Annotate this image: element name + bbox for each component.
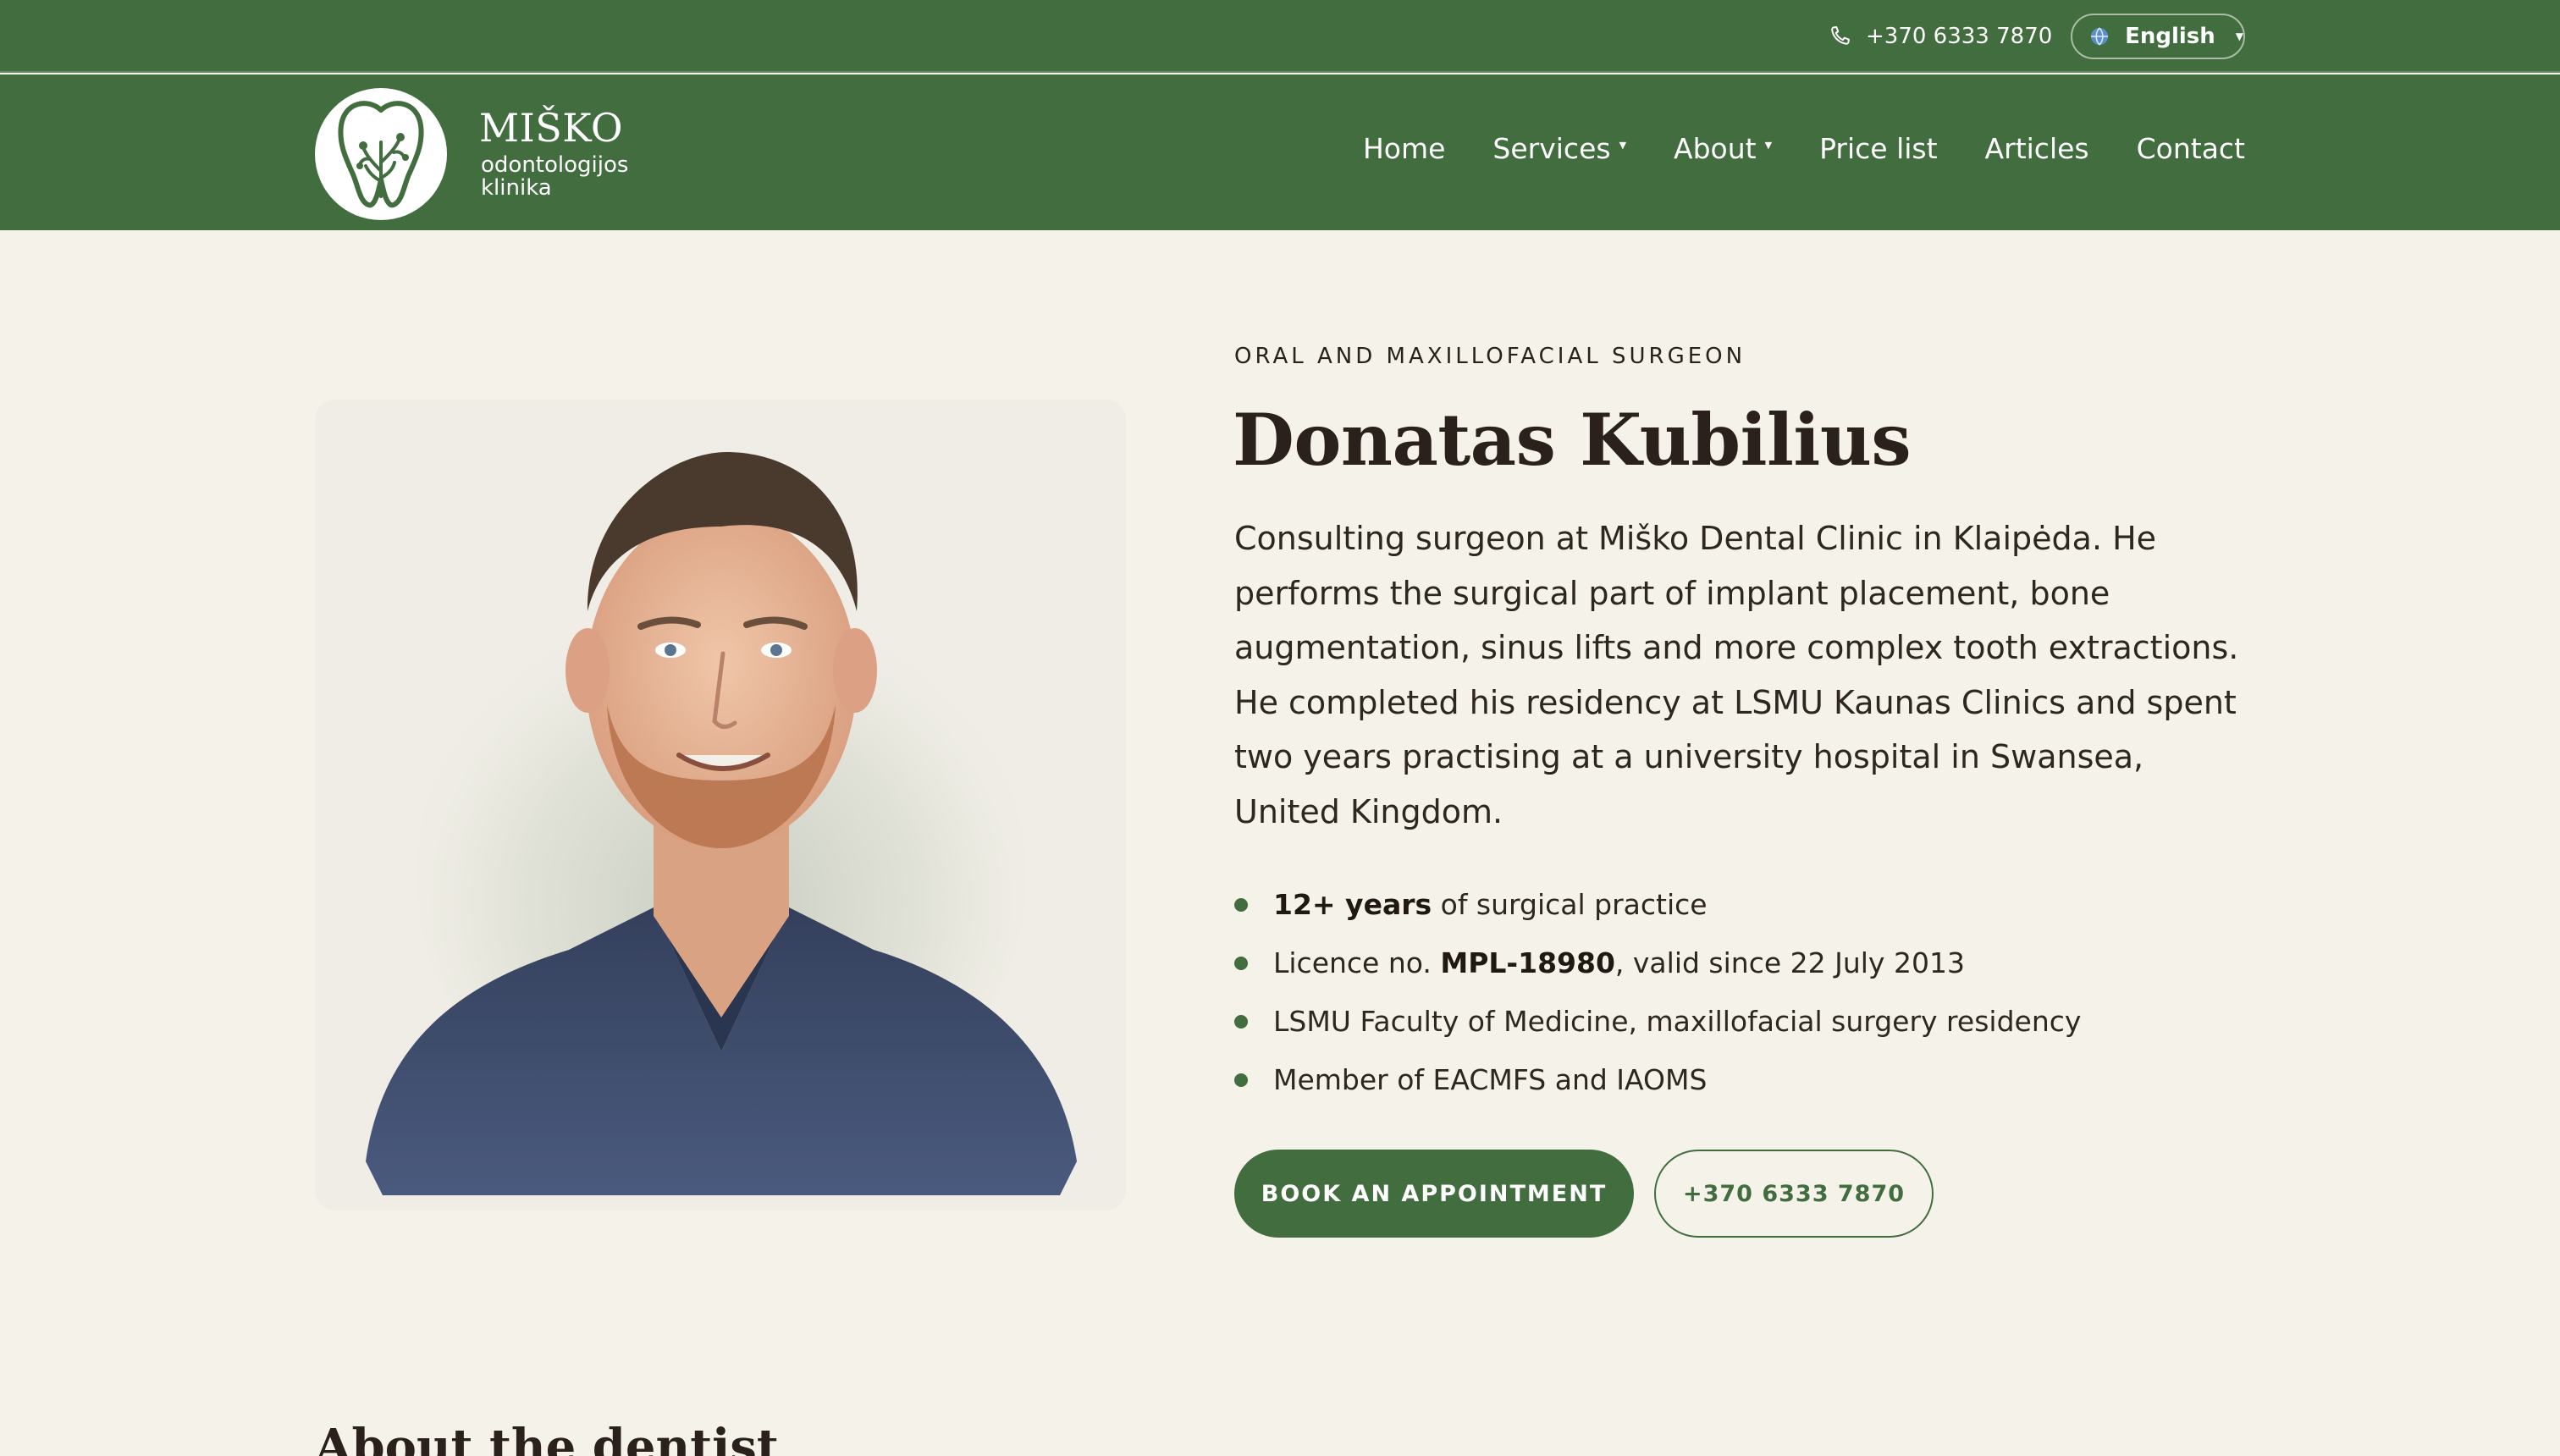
logo[interactable] xyxy=(315,88,447,220)
fact-text: Licence no. MPL-18980, valid since 22 Ju… xyxy=(1273,946,1965,979)
bullet-dot xyxy=(1234,956,1248,970)
main-navbar: MIŠKO odontologijos klinika Home Service… xyxy=(0,74,2560,230)
chevron-down-icon: ▼ xyxy=(1764,140,1773,151)
specialty-eyebrow: ORAL AND MAXILLOFACIAL SURGEON xyxy=(1234,344,1746,369)
bullet-dot xyxy=(1234,897,1248,912)
fact-text: Member of EACMFS and IAOMS xyxy=(1273,1063,1708,1096)
nav-item-label: Home xyxy=(1362,132,1446,165)
list-item: 12+ years of surgical practice xyxy=(1234,875,2081,934)
nav-item-services[interactable]: Services ▼ xyxy=(1492,132,1626,165)
dentist-portrait xyxy=(315,400,1126,1211)
nav-item-label: Articles xyxy=(1984,132,2089,165)
language-select[interactable]: English ▼ xyxy=(2071,14,2245,59)
nav-item-label: About xyxy=(1674,132,1757,165)
list-item: LSMU Faculty of Medicine, maxillofacial … xyxy=(1234,992,2081,1051)
list-item: Member of EACMFS and IAOMS xyxy=(1234,1051,2081,1109)
brand-name: MIŠKO xyxy=(479,105,624,151)
nav-item-price-list[interactable]: Price list xyxy=(1819,132,1937,165)
dentist-facts-list: 12+ years of surgical practice Licence n… xyxy=(1234,875,2081,1109)
dentist-name: Donatas Kubilius xyxy=(1233,398,1912,482)
list-item: Licence no. MPL-18980, valid since 22 Ju… xyxy=(1234,934,2081,992)
brand-subtitle: odontologijos klinika xyxy=(481,152,629,201)
fact-text: 12+ years of surgical practice xyxy=(1273,888,1708,921)
about-section-heading: About the dentist xyxy=(315,1419,779,1456)
call-phone-button[interactable]: +370 6333 7870 xyxy=(1654,1150,1934,1238)
primary-nav: Home Services ▼ About ▼ Price list Artic… xyxy=(1363,132,2245,165)
fact-text: LSMU Faculty of Medicine, maxillofacial … xyxy=(1273,1005,2082,1038)
chevron-down-icon: ▼ xyxy=(1619,140,1627,151)
dentist-bio: Consulting surgeon at Miško Dental Clini… xyxy=(1234,520,2239,830)
topbar-phone-number: +370 6333 7870 xyxy=(1866,24,2053,49)
dentist-portrait-image xyxy=(315,400,1126,1211)
nav-item-label: Contact xyxy=(2136,132,2245,165)
top-utility-bar: +370 6333 7870 English ▼ xyxy=(0,0,2560,73)
bullet-dot xyxy=(1234,1073,1248,1087)
nav-item-articles[interactable]: Articles xyxy=(1985,132,2089,165)
nav-item-about[interactable]: About ▼ xyxy=(1674,132,1772,165)
topbar-phone-link[interactable]: +370 6333 7870 xyxy=(1827,20,2052,52)
language-label: English xyxy=(2125,24,2215,49)
book-appointment-button[interactable]: BOOK AN APPOINTMENT xyxy=(1234,1150,1634,1238)
tooth-tree-logo-icon xyxy=(338,101,424,208)
bullet-dot xyxy=(1234,1014,1248,1029)
nav-item-contact[interactable]: Contact xyxy=(2137,132,2245,165)
chevron-down-icon: ▼ xyxy=(2235,30,2243,42)
nav-item-label: Price list xyxy=(1819,132,1938,165)
phone-icon xyxy=(1831,26,1850,45)
nav-item-home[interactable]: Home xyxy=(1363,132,1445,165)
nav-item-label: Services xyxy=(1492,132,1611,165)
globe-icon xyxy=(2091,27,2109,46)
